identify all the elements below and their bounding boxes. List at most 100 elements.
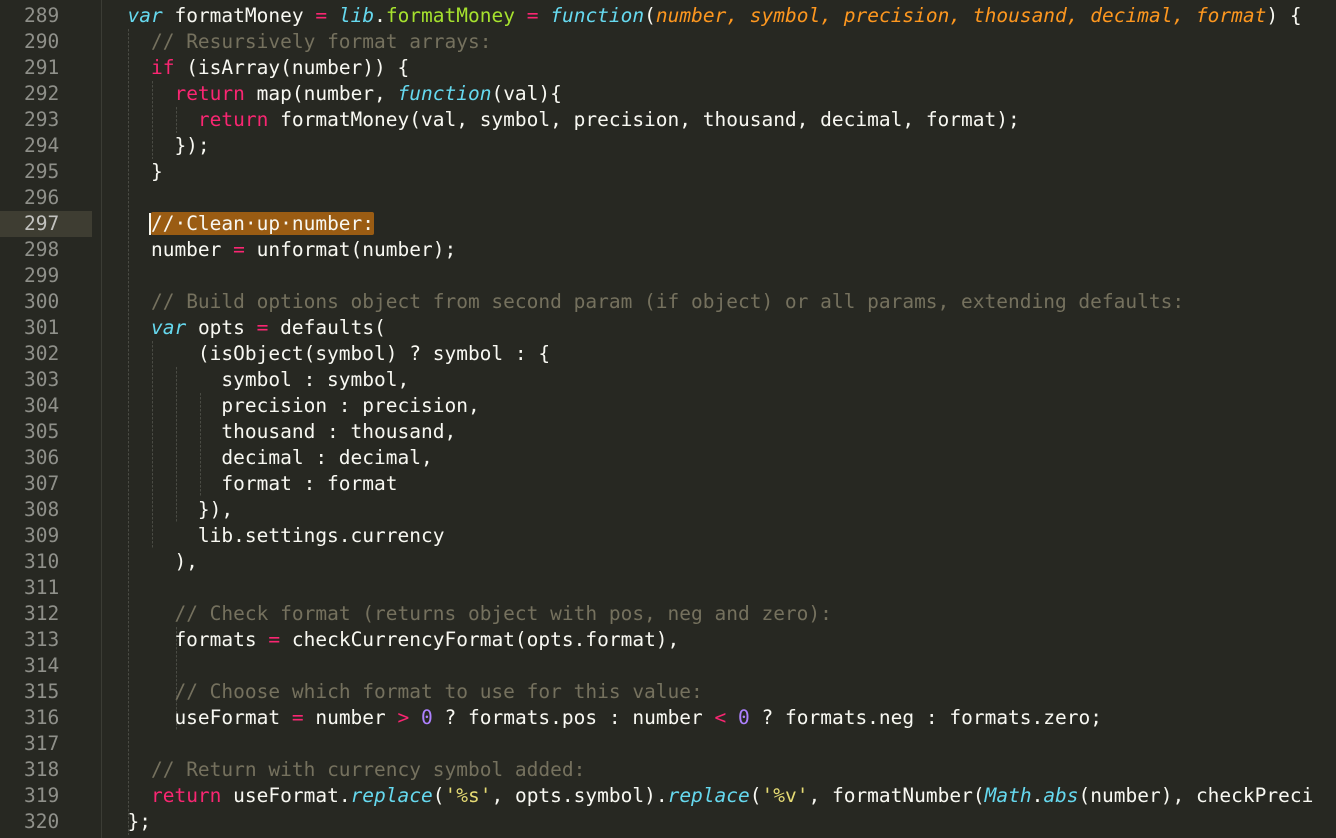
- code-line[interactable]: [104, 575, 1336, 601]
- code-line[interactable]: useFormat = number > 0 ? formats.pos : n…: [104, 705, 1336, 731]
- code-text: unformat(number);: [244, 238, 457, 261]
- code-line[interactable]: ),: [104, 549, 1336, 575]
- code-line[interactable]: var opts = defaults(: [104, 315, 1336, 341]
- line-number[interactable]: 294: [0, 133, 92, 159]
- line-number[interactable]: 303: [0, 367, 92, 393]
- line-number[interactable]: 307: [0, 471, 92, 497]
- line-number[interactable]: 309: [0, 523, 92, 549]
- line-number[interactable]: 300: [0, 289, 92, 315]
- string-token: '%v': [761, 784, 809, 807]
- line-number[interactable]: 310: [0, 549, 92, 575]
- comment-token: // Check format (returns object with pos…: [174, 602, 832, 625]
- code-text: (val){: [491, 82, 562, 105]
- code-line[interactable]: format : format: [104, 471, 1336, 497]
- line-number[interactable]: 298: [0, 237, 92, 263]
- line-number[interactable]: 319: [0, 783, 92, 809]
- code-text: (: [432, 784, 445, 807]
- code-text: (: [749, 784, 762, 807]
- code-text: }),: [104, 498, 234, 521]
- line-number[interactable]: 306: [0, 445, 92, 471]
- keyword-token: return: [174, 82, 245, 105]
- code-area[interactable]: var formatMoney = lib.formatMoney = func…: [104, 0, 1336, 838]
- line-number[interactable]: 320: [0, 809, 92, 835]
- code-text: .: [374, 4, 386, 27]
- code-line[interactable]: [104, 731, 1336, 757]
- code-line[interactable]: return formatMoney(val, symbol, precisio…: [104, 107, 1336, 133]
- code-text: (: [644, 4, 656, 27]
- code-text: });: [104, 134, 210, 157]
- code-line[interactable]: // Return with currency symbol added:: [104, 757, 1336, 783]
- code-line[interactable]: }: [104, 159, 1336, 185]
- line-number[interactable]: 293: [0, 107, 92, 133]
- code-text: thousand : thousand,: [104, 420, 457, 443]
- line-number[interactable]: 315: [0, 679, 92, 705]
- line-number[interactable]: 312: [0, 601, 92, 627]
- text-cursor: [149, 213, 151, 235]
- code-line[interactable]: return map(number, function(val){: [104, 81, 1336, 107]
- code-line[interactable]: return useFormat.replace('%s', opts.symb…: [104, 783, 1336, 809]
- code-line[interactable]: };: [104, 809, 1336, 835]
- line-number[interactable]: 291: [0, 55, 92, 81]
- line-number[interactable]: 316: [0, 705, 92, 731]
- line-number[interactable]: 290: [0, 29, 92, 55]
- line-number[interactable]: 295: [0, 159, 92, 185]
- line-number[interactable]: 289: [0, 3, 92, 29]
- code-text: formats: [104, 628, 269, 651]
- code-line[interactable]: decimal : decimal,: [104, 445, 1336, 471]
- code-line[interactable]: // Choose which format to use for this v…: [104, 679, 1336, 705]
- line-number[interactable]: 313: [0, 627, 92, 653]
- code-line[interactable]: [104, 185, 1336, 211]
- code-line[interactable]: // Build options object from second para…: [104, 289, 1336, 315]
- line-number[interactable]: 296: [0, 185, 92, 211]
- code-line[interactable]: precision : precision,: [104, 393, 1336, 419]
- line-number[interactable]: 318: [0, 757, 92, 783]
- line-number[interactable]: 301: [0, 315, 92, 341]
- code-line[interactable]: // Check format (returns object with pos…: [104, 601, 1336, 627]
- number-token: 0: [421, 706, 433, 729]
- code-line[interactable]: lib.settings.currency: [104, 523, 1336, 549]
- code-line[interactable]: [104, 653, 1336, 679]
- function-name-token: formatMoney: [385, 4, 515, 27]
- line-number[interactable]: 308: [0, 497, 92, 523]
- keyword-token: if: [150, 56, 175, 79]
- code-line[interactable]: number = unformat(number);: [104, 237, 1336, 263]
- storage-token: lib: [338, 4, 375, 27]
- storage-token: abs: [1043, 784, 1079, 807]
- code-line[interactable]: }),: [104, 497, 1336, 523]
- line-number[interactable]: 311: [0, 575, 92, 601]
- code-line[interactable]: var formatMoney = lib.formatMoney = func…: [104, 3, 1336, 29]
- line-number[interactable]: 292: [0, 81, 92, 107]
- operator-token: =: [233, 238, 245, 261]
- line-number[interactable]: 304: [0, 393, 92, 419]
- line-number[interactable]: 314: [0, 653, 92, 679]
- code-line[interactable]: (isObject(symbol) ? symbol : {: [104, 341, 1336, 367]
- code-line[interactable]: if (isArray(number)) {: [104, 55, 1336, 81]
- line-number[interactable]: 297: [0, 211, 92, 237]
- line-number[interactable]: 302: [0, 341, 92, 367]
- code-line[interactable]: // Resursively format arrays:: [104, 29, 1336, 55]
- code-text: (number), checkPreci: [1078, 784, 1314, 807]
- code-line[interactable]: formats = checkCurrencyFormat(opts.forma…: [104, 627, 1336, 653]
- line-number[interactable]: 305: [0, 419, 92, 445]
- line-number-gutter[interactable]: 289 290 291 292 293 294 295 296 297 298 299 300 301 3…: [0, 0, 92, 838]
- code-line[interactable]: symbol : symbol,: [104, 367, 1336, 393]
- line-number[interactable]: 299: [0, 263, 92, 289]
- code-line[interactable]: });: [104, 133, 1336, 159]
- code-text: (isArray(number)) {: [174, 56, 410, 79]
- operator-token: =: [291, 706, 304, 729]
- line-number[interactable]: 317: [0, 731, 92, 757]
- operator-token: =: [256, 316, 269, 339]
- code-editor[interactable]: 289 290 291 292 293 294 295 296 297 298 299 300 301 3…: [0, 0, 1336, 838]
- code-line[interactable]: thousand : thousand,: [104, 419, 1336, 445]
- code-line[interactable]: [104, 263, 1336, 289]
- code-line[interactable]: //·Clean·up·number:: [104, 211, 1336, 237]
- code-text: ? formats.neg : formats.zero;: [749, 706, 1102, 729]
- comment-token: // Resursively format arrays:: [150, 30, 492, 53]
